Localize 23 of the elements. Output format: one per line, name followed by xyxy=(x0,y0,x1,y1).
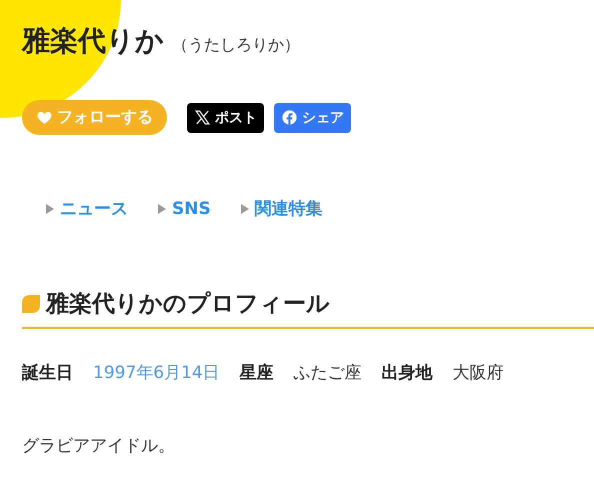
facebook-logo-icon xyxy=(281,109,298,126)
share-button[interactable]: シェア xyxy=(274,102,351,132)
nav-link[interactable]: SNS xyxy=(158,197,211,220)
name-reading: （うたしろりか） xyxy=(172,35,300,56)
field-label: 誕生日 xyxy=(22,362,73,384)
triangle-icon xyxy=(240,204,249,214)
triangle-icon xyxy=(158,204,166,214)
triangle-icon xyxy=(46,204,54,214)
field-value: 大阪府 xyxy=(452,362,504,384)
field-value: ふたご座 xyxy=(294,362,362,384)
follow-button[interactable]: フォローする xyxy=(22,100,167,135)
leaf-icon xyxy=(22,294,40,312)
field-label: 星座 xyxy=(240,362,274,384)
heart-icon xyxy=(36,109,53,126)
field-value-link[interactable]: 1997年6月14日 xyxy=(93,361,220,384)
artist-name: 雅楽代りか xyxy=(22,23,164,59)
section-heading: 雅楽代りかのプロフィール xyxy=(46,290,330,319)
x-logo-icon xyxy=(194,109,211,126)
post-button[interactable]: ポスト xyxy=(187,102,264,132)
nav-link[interactable]: ニュース xyxy=(46,197,128,220)
field-label: 出身地 xyxy=(382,362,433,384)
description: グラビアアイドル。 xyxy=(22,435,176,457)
nav-link[interactable]: 関連特集 xyxy=(240,197,323,220)
